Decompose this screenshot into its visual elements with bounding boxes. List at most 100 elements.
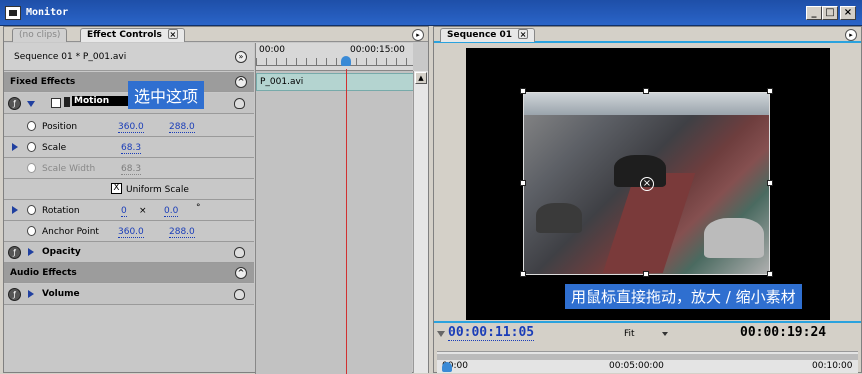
zoom-bar[interactable]	[437, 354, 858, 360]
stopwatch-icon[interactable]	[27, 205, 36, 215]
scale-value[interactable]: 68.3	[121, 143, 142, 154]
anchor-crosshair-icon[interactable]: ×	[640, 177, 654, 191]
position-label: Position	[42, 122, 78, 132]
program-monitor-panel: Sequence 01 × ▸ × 用鼠标直接拖动，放大 / 缩小素材 00:00…	[433, 26, 862, 373]
ruler-mid-label: 00:00:15:00	[350, 45, 405, 55]
ruler-label-end: 00:10:00	[812, 361, 853, 371]
playhead-icon[interactable]	[341, 56, 351, 66]
title-bar: Monitor _ □ ×	[0, 0, 862, 26]
expand-volume-icon[interactable]	[28, 290, 34, 298]
fx-toggle-icon[interactable]: ƒ	[8, 97, 21, 110]
panel-menu-icon[interactable]: ▸	[845, 29, 857, 41]
resize-handle[interactable]	[767, 88, 773, 94]
resize-handle[interactable]	[520, 271, 526, 277]
monitor-tab-row: Sequence 01 × ▸	[434, 27, 861, 43]
ceiling-area	[524, 93, 769, 115]
resize-handle[interactable]	[767, 180, 773, 186]
uniform-scale-label: Uniform Scale	[126, 185, 189, 195]
sequence-label: Sequence 01 * P_001.avi	[14, 52, 127, 62]
transform-icon[interactable]	[51, 98, 61, 108]
stopwatch-icon	[27, 163, 36, 173]
ruler-ticks	[256, 58, 413, 66]
scale-width-label: Scale Width	[42, 164, 96, 174]
rotation-turns-value[interactable]: 0	[121, 206, 127, 217]
volume-row[interactable]: ƒ Volume	[4, 284, 254, 305]
position-x-value[interactable]: 360.0	[118, 122, 144, 133]
tab-label: Effect Controls	[87, 30, 162, 40]
fixed-effects-label: Fixed Effects	[10, 77, 76, 87]
ruler-start-label: 00:00	[259, 45, 285, 55]
drag-annotation: 用鼠标直接拖动，放大 / 缩小素材	[565, 284, 802, 309]
vertical-scrollbar[interactable]: ▲	[413, 71, 428, 373]
clip-bar[interactable]: P_001.avi	[256, 73, 416, 91]
expand-rotation-icon[interactable]	[12, 206, 18, 214]
time-ruler[interactable]: 00:00 00:00:15:00	[256, 43, 413, 71]
monitor-time-ruler[interactable]: 00:00 00:05:00:00 00:10:00	[437, 351, 858, 373]
expand-opacity-icon[interactable]	[28, 248, 34, 256]
video-frame[interactable]: ×	[523, 92, 770, 275]
current-timecode[interactable]: 00:00:11:05	[448, 325, 535, 341]
times-symbol: ×	[139, 206, 147, 216]
tab-sequence-01[interactable]: Sequence 01 ×	[440, 28, 536, 42]
duration-timecode: 00:00:19:24	[740, 325, 827, 340]
car-shape	[536, 203, 582, 233]
timecode-menu-icon[interactable]	[437, 331, 445, 337]
expand-motion-icon[interactable]	[27, 101, 35, 107]
timecode-bar: 00:00:11:05 Fit 00:00:19:24	[434, 321, 861, 349]
scale-width-value: 68.3	[121, 164, 142, 175]
fx-toggle-icon[interactable]: ƒ	[8, 288, 21, 301]
chevron-down-icon[interactable]	[662, 332, 668, 336]
tab-no-clips[interactable]: (no clips)	[12, 28, 68, 42]
uniform-scale-checkbox[interactable]: X	[111, 183, 122, 194]
panel-menu-icon[interactable]: ▸	[412, 29, 424, 41]
rotation-label: Rotation	[42, 206, 80, 216]
stopwatch-icon[interactable]	[27, 121, 36, 131]
maximize-button[interactable]: □	[822, 6, 838, 20]
opacity-row[interactable]: ƒ Opacity	[4, 242, 254, 263]
scale-width-row: Scale Width 68.3	[4, 158, 254, 179]
close-tab-icon[interactable]: ×	[518, 29, 529, 39]
anchor-point-row: Anchor Point 360.0 288.0	[4, 221, 254, 242]
stopwatch-icon[interactable]	[27, 226, 36, 236]
zoom-select[interactable]: Fit	[624, 329, 635, 339]
resize-handle[interactable]	[643, 271, 649, 277]
anchor-point-label: Anchor Point	[42, 227, 99, 237]
volume-label: Volume	[42, 289, 80, 299]
car-shape	[704, 218, 764, 258]
resize-handle[interactable]	[767, 271, 773, 277]
fx-toggle-icon[interactable]: ƒ	[8, 246, 21, 259]
scale-label: Scale	[42, 143, 67, 153]
expand-scale-icon[interactable]	[12, 143, 18, 151]
rotation-row: Rotation 0 × 0.0 °	[4, 200, 254, 221]
close-tab-icon[interactable]: ×	[167, 29, 178, 39]
minimize-button[interactable]: _	[806, 6, 822, 20]
collapse-icon[interactable]: ^	[235, 76, 247, 88]
resize-handle[interactable]	[520, 180, 526, 186]
anchor-x-value[interactable]: 360.0	[118, 227, 144, 238]
stopwatch-icon[interactable]	[27, 142, 36, 152]
audio-effects-label: Audio Effects	[10, 268, 77, 278]
scroll-up-icon[interactable]: ▲	[415, 72, 427, 84]
position-y-value[interactable]: 288.0	[169, 122, 195, 133]
rotation-degrees-value[interactable]: 0.0	[164, 206, 179, 217]
tab-label: (no clips)	[19, 30, 61, 40]
reset-icon[interactable]	[234, 98, 245, 109]
collapse-icon[interactable]: ^	[235, 267, 247, 279]
cursor-icon	[64, 97, 70, 107]
reset-icon[interactable]	[234, 289, 245, 300]
toggle-timeline-icon[interactable]: »	[235, 51, 247, 63]
tab-label: Sequence 01	[447, 30, 513, 40]
close-button[interactable]: ×	[840, 6, 856, 20]
playhead-line	[346, 69, 347, 374]
playhead-icon[interactable]	[442, 362, 452, 372]
reset-icon[interactable]	[234, 247, 245, 258]
app-icon	[5, 6, 21, 20]
tab-effect-controls[interactable]: Effect Controls ×	[80, 28, 185, 42]
effect-timeline[interactable]: 00:00 00:00:15:00 P_001.avi	[255, 43, 416, 374]
anchor-y-value[interactable]: 288.0	[169, 227, 195, 238]
resize-handle[interactable]	[643, 88, 649, 94]
resize-handle[interactable]	[520, 88, 526, 94]
audio-effects-header: Audio Effects ^	[4, 263, 254, 283]
panel-tab-row: (no clips) Effect Controls × ▸	[4, 27, 428, 42]
effect-controls-panel: (no clips) Effect Controls × ▸ Sequence 0…	[3, 26, 429, 374]
